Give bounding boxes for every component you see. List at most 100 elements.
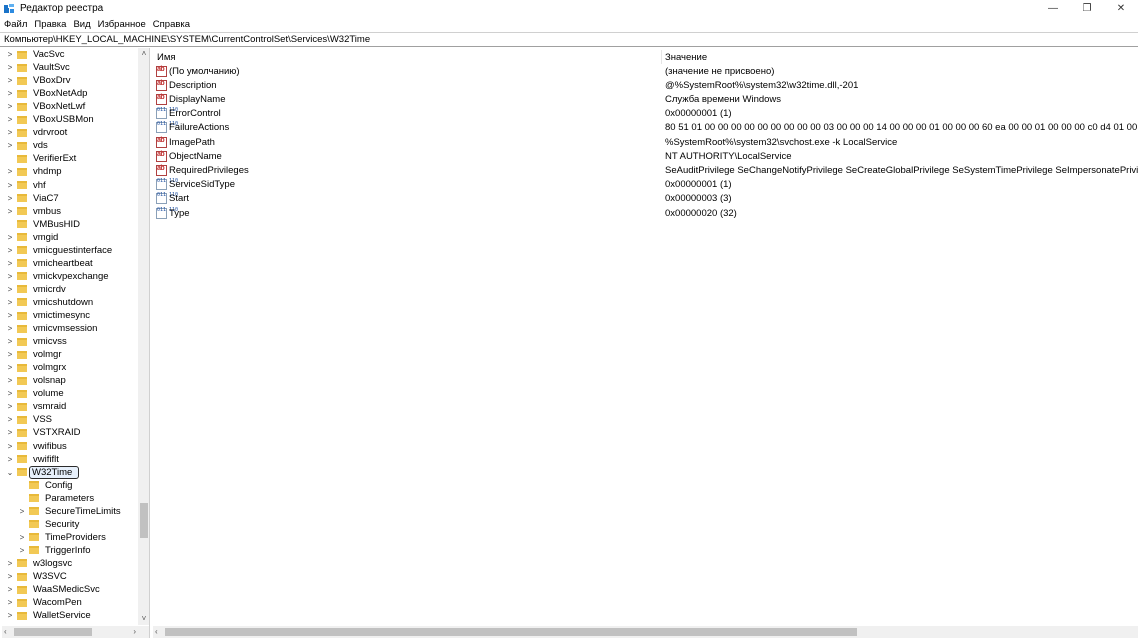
tree-item[interactable]: VMBusHID — [2, 218, 137, 231]
address-path[interactable]: Компьютер\HKEY_LOCAL_MACHINE\SYSTEM\Curr… — [4, 34, 370, 45]
tree-item[interactable]: > VBoxUSBMon — [2, 113, 137, 126]
tree-item[interactable]: > vmictimesync — [2, 309, 137, 322]
chevron-right-icon[interactable]: > — [6, 283, 14, 296]
chevron-right-icon[interactable]: > — [6, 231, 14, 244]
tree-item[interactable]: > volume — [2, 387, 137, 400]
value-row[interactable]: 011 110 Start 0x00000003 (3) — [153, 192, 1138, 206]
scroll-down-arrow-icon[interactable]: ˅ — [138, 613, 149, 625]
tree-item[interactable]: > SecureTimeLimits — [2, 505, 137, 518]
scroll-up-arrow-icon[interactable]: ˄ — [138, 48, 149, 60]
menu-favorites[interactable]: Избранное — [98, 19, 146, 30]
tree-item[interactable]: > vmicheartbeat — [2, 257, 137, 270]
menu-edit[interactable]: Правка — [34, 19, 66, 30]
chevron-right-icon[interactable]: > — [6, 309, 14, 322]
chevron-right-icon[interactable]: > — [6, 348, 14, 361]
chevron-right-icon[interactable]: > — [18, 505, 26, 518]
tree-item[interactable]: > W3SVC — [2, 570, 137, 583]
tree-item[interactable]: > vmicvmsession — [2, 322, 137, 335]
chevron-right-icon[interactable]: > — [6, 335, 14, 348]
tree-item[interactable]: > volmgr — [2, 348, 137, 361]
tree-item[interactable]: > w3logsvc — [2, 557, 137, 570]
tree-item[interactable]: VerifierExt — [2, 152, 137, 165]
chevron-right-icon[interactable]: > — [6, 192, 14, 205]
tree-item[interactable]: > volmgrx — [2, 361, 137, 374]
tree-item[interactable]: > VaultSvc — [2, 61, 137, 74]
tree-item[interactable]: > vhf — [2, 179, 137, 192]
chevron-right-icon[interactable]: > — [6, 400, 14, 413]
value-row[interactable]: 011 110 Type 0x00000020 (32) — [153, 206, 1138, 220]
tree-item[interactable]: > WalletService — [2, 609, 137, 622]
tree-item[interactable]: > volsnap — [2, 374, 137, 387]
tree-item[interactable]: > WacomPen — [2, 596, 137, 609]
chevron-right-icon[interactable]: > — [6, 179, 14, 192]
chevron-right-icon[interactable]: > — [6, 440, 14, 453]
chevron-right-icon[interactable]: > — [6, 126, 14, 139]
tree-item[interactable]: > vmickvpexchange — [2, 270, 137, 283]
menu-help[interactable]: Справка — [153, 19, 190, 30]
chevron-right-icon[interactable]: > — [6, 244, 14, 257]
chevron-right-icon[interactable]: > — [6, 583, 14, 596]
chevron-right-icon[interactable]: > — [18, 531, 26, 544]
tree-item[interactable]: > ViaC7 — [2, 192, 137, 205]
scroll-right-arrow-icon[interactable]: › — [133, 626, 136, 638]
chevron-right-icon[interactable]: > — [6, 61, 14, 74]
chevron-right-icon[interactable]: > — [6, 270, 14, 283]
chevron-right-icon[interactable]: > — [6, 205, 14, 218]
close-button[interactable]: ✕ — [1104, 0, 1138, 17]
scroll-left-arrow-icon[interactable]: ‹ — [4, 626, 7, 638]
chevron-right-icon[interactable]: > — [6, 113, 14, 126]
tree-item[interactable]: > vmbus — [2, 205, 137, 218]
chevron-right-icon[interactable]: > — [6, 48, 14, 61]
chevron-right-icon[interactable]: > — [6, 139, 14, 152]
tree-horizontal-scrollbar[interactable]: ‹ › — [2, 626, 149, 638]
value-row[interactable]: 011 110 ServiceSidType 0x00000001 (1) — [153, 178, 1138, 192]
scroll-left-arrow-icon[interactable]: ‹ — [155, 626, 158, 638]
chevron-right-icon[interactable]: > — [6, 570, 14, 583]
value-row[interactable]: 011 110 FailureActions 80 51 01 00 00 00 0… — [153, 121, 1138, 135]
tree-item[interactable]: > vmicrdv — [2, 283, 137, 296]
tree-item[interactable]: > VBoxNetAdp — [2, 87, 137, 100]
chevron-right-icon[interactable]: > — [6, 413, 14, 426]
chevron-right-icon[interactable]: > — [6, 387, 14, 400]
column-header-name[interactable]: Имя — [157, 50, 176, 64]
chevron-right-icon[interactable]: > — [6, 296, 14, 309]
value-row[interactable]: ab DisplayName Служба времени Windows — [153, 92, 1138, 106]
tree-item[interactable]: > VBoxNetLwf — [2, 100, 137, 113]
tree-item[interactable]: > TriggerInfo — [2, 544, 137, 557]
tree-item[interactable]: > VSTXRAID — [2, 426, 137, 439]
restore-button[interactable]: ❐ — [1070, 0, 1104, 17]
tree-item[interactable]: > VacSvc — [2, 48, 137, 61]
value-row[interactable]: ab Description @%SystemRoot%\system32\w32t… — [153, 78, 1138, 92]
tree-item[interactable]: > VSS — [2, 413, 137, 426]
tree-item[interactable]: > vwifibus — [2, 440, 137, 453]
tree-item[interactable]: > vsmraid — [2, 400, 137, 413]
tree-item[interactable]: Security — [2, 518, 137, 531]
chevron-right-icon[interactable]: > — [6, 257, 14, 270]
value-row[interactable]: ab (По умолчанию) (значение не присвоено) — [153, 64, 1138, 78]
tree-item[interactable]: > vds — [2, 139, 137, 152]
tree-item[interactable]: > vmgid — [2, 231, 137, 244]
chevron-right-icon[interactable]: > — [6, 426, 14, 439]
tree-item[interactable]: > vwififlt — [2, 453, 137, 466]
tree-item[interactable]: > vdrvroot — [2, 126, 137, 139]
chevron-right-icon[interactable]: > — [6, 374, 14, 387]
menu-view[interactable]: Вид — [73, 19, 90, 30]
chevron-right-icon[interactable]: > — [6, 453, 14, 466]
chevron-right-icon[interactable]: > — [6, 322, 14, 335]
values-horizontal-scrollbar[interactable]: ‹ — [153, 626, 1138, 638]
chevron-down-icon[interactable]: ⌄ — [6, 466, 14, 479]
tree-vertical-scrollbar[interactable]: ˄ ˅ — [138, 48, 149, 625]
value-row[interactable]: 011 110 ErrorControl 0x00000001 (1) — [153, 107, 1138, 121]
tree-item[interactable]: > vmicvss — [2, 335, 137, 348]
value-row[interactable]: ab ImagePath %SystemRoot%\system32\svchost… — [153, 135, 1138, 149]
tree-item[interactable]: Parameters — [2, 492, 137, 505]
tree-item[interactable]: > WaaSMedicSvc — [2, 583, 137, 596]
tree-item[interactable]: > VBoxDrv — [2, 74, 137, 87]
chevron-right-icon[interactable]: > — [6, 165, 14, 178]
chevron-right-icon[interactable]: > — [6, 361, 14, 374]
column-divider[interactable] — [661, 50, 662, 64]
tree-item[interactable]: > TimeProviders — [2, 531, 137, 544]
tree-item[interactable]: > vmicguestinterface — [2, 244, 137, 257]
address-bar[interactable]: Компьютер\HKEY_LOCAL_MACHINE\SYSTEM\Curr… — [0, 32, 1138, 47]
value-row[interactable]: ab ObjectName NT AUTHORITY\LocalService — [153, 149, 1138, 163]
